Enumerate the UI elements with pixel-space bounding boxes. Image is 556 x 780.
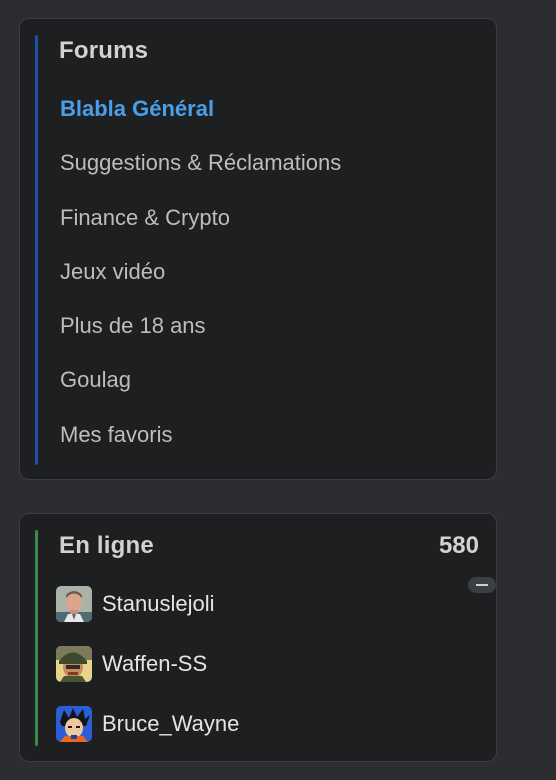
- forums-panel: Forums Blabla Général Suggestions & Récl…: [19, 18, 497, 480]
- collapse-toggle-button[interactable]: [468, 577, 496, 593]
- username[interactable]: Bruce_Wayne: [102, 706, 239, 742]
- forums-accent-bar: [35, 35, 38, 465]
- forum-link-blabla-general[interactable]: Blabla Général: [60, 92, 341, 146]
- online-accent-bar: [35, 530, 38, 746]
- online-panel: En ligne 580 Stanuslejoli Waffen-SS Bruc…: [19, 513, 497, 762]
- forum-link-suggestions-reclamations[interactable]: Suggestions & Réclamations: [60, 146, 341, 200]
- forums-title: Forums: [59, 37, 149, 64]
- online-user-stanuslejoli[interactable]: Stanuslejoli: [56, 586, 239, 646]
- online-user-waffen-ss[interactable]: Waffen-SS: [56, 646, 239, 706]
- online-title: En ligne: [59, 532, 154, 559]
- forum-link-finance-crypto[interactable]: Finance & Crypto: [60, 201, 341, 255]
- forum-link-goulag[interactable]: Goulag: [60, 363, 341, 417]
- forum-list: Blabla Général Suggestions & Réclamation…: [60, 92, 341, 472]
- forum-link-mes-favoris[interactable]: Mes favoris: [60, 418, 341, 472]
- forum-link-jeux-video[interactable]: Jeux vidéo: [60, 255, 341, 309]
- soldier-avatar[interactable]: [56, 646, 92, 682]
- forum-link-plus-de-18-ans[interactable]: Plus de 18 ans: [60, 309, 341, 363]
- anime-avatar[interactable]: [56, 706, 92, 742]
- username[interactable]: Stanuslejoli: [102, 586, 215, 622]
- minus-icon: [476, 584, 488, 586]
- username[interactable]: Waffen-SS: [102, 646, 207, 682]
- online-user-list: Stanuslejoli Waffen-SS Bruce_Wayne: [56, 586, 239, 766]
- online-count: 580: [438, 532, 479, 559]
- portrait-avatar[interactable]: [56, 586, 92, 622]
- online-user-bruce-wayne[interactable]: Bruce_Wayne: [56, 706, 239, 766]
